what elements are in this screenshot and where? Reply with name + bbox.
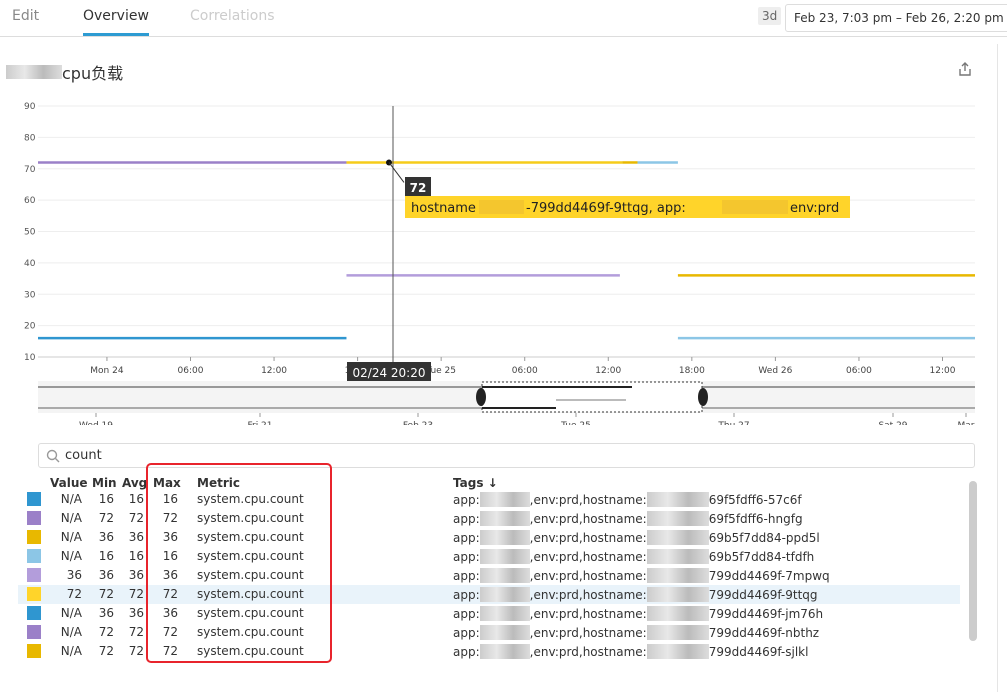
widget-title-text: cpu负载 (62, 64, 124, 83)
y-tick-label: 30 (24, 290, 36, 300)
series-color-swatch (27, 511, 41, 525)
navigator-tick-label: Wed 19 (79, 421, 113, 425)
y-tick-label: 70 (24, 165, 36, 175)
navigator-tick-label: Tue 25 (560, 421, 591, 425)
time-preset-badge[interactable]: 3d (758, 7, 782, 25)
tab-overview[interactable]: Overview (83, 8, 149, 36)
col-tags[interactable]: Tags ↓ (453, 476, 498, 490)
y-tick-label: 80 (24, 133, 36, 143)
series-color-swatch (27, 625, 41, 639)
x-tick-label: Wed 26 (758, 366, 792, 376)
cell-min: 72 (98, 644, 114, 658)
tab-edit[interactable]: Edit (12, 8, 39, 24)
x-tick-label: 06:00 (512, 366, 538, 376)
col-value[interactable]: Value (50, 476, 88, 490)
cell-value: N/A (60, 644, 82, 658)
y-tick-label: 60 (24, 196, 36, 206)
cell-min: 16 (98, 549, 114, 563)
cell-tags: app: ,env:prd,hostname: 69b5f7dd84-tfdfh (453, 549, 815, 564)
series-color-swatch (27, 530, 41, 544)
cell-min: 72 (98, 511, 114, 525)
cell-min: 72 (98, 587, 114, 601)
series-color-swatch (27, 492, 41, 506)
cell-avg: 72 (128, 587, 144, 601)
navigator-tick-label: Thu 27 (717, 421, 749, 425)
tab-bar: Edit Overview Correlations 3d Feb 23, 7:… (0, 0, 1007, 37)
tooltip-label: env:prd (790, 201, 839, 216)
cell-avg: 16 (128, 549, 144, 563)
tooltip-label: hostname (411, 201, 476, 216)
cell-tags: app: ,env:prd,hostname: 799dd4469f-sjlkl (453, 644, 809, 659)
redacted-text (479, 200, 524, 214)
widget-title: cpu负载 (6, 60, 123, 84)
crosshair-time: 02/24 20:20 (353, 366, 426, 380)
navigator-handle-right (698, 388, 708, 406)
scrollbar[interactable] (969, 481, 977, 641)
cell-value: N/A (60, 549, 82, 563)
cell-value: N/A (60, 511, 82, 525)
y-tick-label: 90 (24, 102, 36, 112)
cell-tags: app: ,env:prd,hostname: 69b5f7dd84-ppd5l (453, 530, 820, 545)
cell-value: N/A (60, 606, 82, 620)
cell-avg: 72 (128, 644, 144, 658)
share-icon[interactable] (958, 62, 972, 76)
cell-tags: app: ,env:prd,hostname: 799dd4469f-nbthz (453, 625, 820, 640)
tooltip-value: 72 (410, 181, 427, 195)
y-tick-label: 10 (24, 353, 36, 363)
x-tick-label: 06:00 (178, 366, 204, 376)
x-tick-label: 12:00 (261, 366, 287, 376)
col-min[interactable]: Min (92, 476, 117, 490)
search-value: count (65, 448, 102, 463)
x-tick-label: 06:00 (846, 366, 872, 376)
cell-min: 16 (98, 492, 114, 506)
timeseries-chart[interactable]: 10 20 30 40 50 60 70 80 90 Mon 24 06:00 12:00 18:00 T… (0, 95, 1000, 425)
cell-tags: app: ,env:prd,hostname: 69f5fdff6-hngfg (453, 511, 803, 526)
cell-tags: app: ,env:prd,hostname: 69f5fdff6-57c6f (453, 492, 802, 507)
cell-avg: 36 (128, 568, 144, 582)
cell-value: N/A (60, 492, 82, 506)
search-icon (46, 449, 60, 463)
y-tick-label: 40 (24, 259, 36, 269)
y-tick-label: 50 (24, 228, 36, 238)
series-color-swatch (27, 644, 41, 658)
cell-min: 36 (98, 606, 114, 620)
cell-avg: 72 (128, 511, 144, 525)
tooltip-label: -799dd4469f-9ttqg, app: (526, 201, 686, 216)
cell-value: N/A (60, 625, 82, 639)
cell-min: 72 (98, 625, 114, 639)
cell-value: 72 (66, 587, 82, 601)
cell-value: N/A (60, 530, 82, 544)
navigator-tick-label: Mar (958, 421, 975, 425)
redacted-text (722, 200, 788, 214)
cell-tags: app: ,env:prd,hostname: 799dd4469f-7mpwq (453, 568, 830, 583)
cell-tags: app: ,env:prd,hostname: 799dd4469f-9ttqg (453, 587, 818, 602)
cell-avg: 16 (128, 492, 144, 506)
time-range-picker[interactable]: Feb 23, 7:03 pm – Feb 26, 2:20 pm (785, 4, 1007, 32)
cell-avg: 36 (128, 606, 144, 620)
cell-avg: 36 (128, 530, 144, 544)
tab-correlations[interactable]: Correlations (190, 8, 275, 24)
col-avg[interactable]: Avg (122, 476, 147, 490)
redacted-text (6, 65, 62, 79)
series-color-swatch (27, 549, 41, 563)
y-tick-label: 20 (24, 322, 36, 332)
tooltip-connector (388, 162, 405, 183)
series-color-swatch (27, 606, 41, 620)
x-tick-label: Mon 24 (90, 366, 124, 376)
navigator-handle-left (476, 388, 486, 406)
cell-min: 36 (98, 530, 114, 544)
x-tick-label: 12:00 (930, 366, 956, 376)
series-color-swatch (27, 568, 41, 582)
navigator-tick-label: Feb 23 (403, 421, 433, 425)
cell-avg: 72 (128, 625, 144, 639)
cell-min: 36 (98, 568, 114, 582)
highlight-box (146, 463, 332, 663)
series-color-swatch (27, 587, 41, 601)
navigator-tick-label: Fri 21 (247, 421, 272, 425)
x-tick-label: 12:00 (595, 366, 621, 376)
cell-value: 36 (66, 568, 82, 582)
x-tick-label: 18:00 (679, 366, 705, 376)
cell-tags: app: ,env:prd,hostname: 799dd4469f-jm76h (453, 606, 824, 621)
navigator-tick-label: Sat 29 (878, 421, 907, 425)
